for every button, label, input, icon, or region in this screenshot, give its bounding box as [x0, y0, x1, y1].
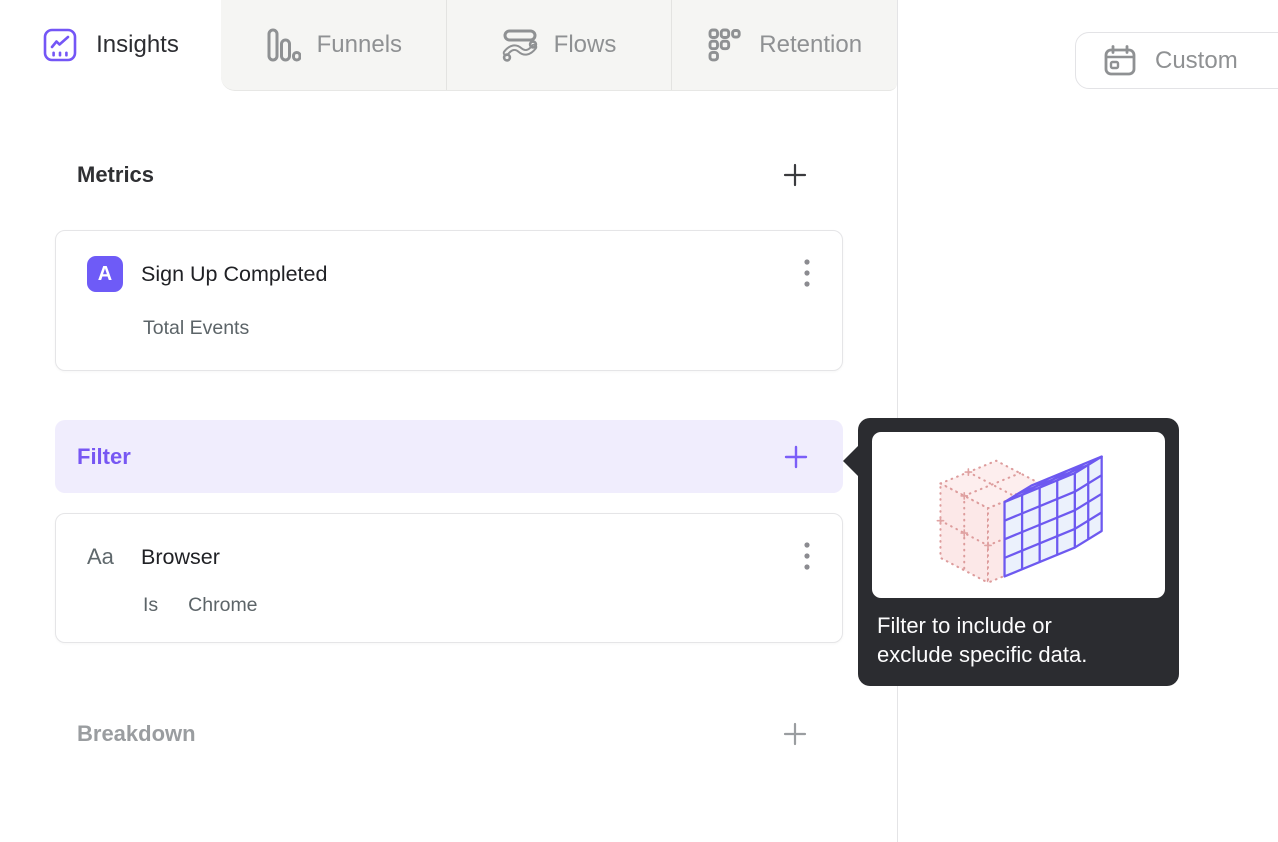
tooltip-caption-line1: Filter to include or — [877, 613, 1052, 638]
breakdown-section-title: Breakdown — [77, 721, 196, 746]
tab-label: Retention — [759, 31, 863, 58]
date-range-label: Custom — [1155, 46, 1238, 74]
insights-chart-icon — [42, 27, 78, 63]
calendar-icon — [1103, 44, 1137, 78]
filter-section-title: Filter — [77, 443, 131, 469]
date-range-custom-button[interactable]: Custom — [1075, 32, 1278, 89]
filter-property-name: Browser — [141, 544, 220, 569]
tab-flows[interactable]: Flows — [445, 0, 672, 90]
filter-cube-illustration — [936, 454, 1103, 584]
filter-section-row[interactable]: Filter — [55, 420, 843, 493]
filter-tooltip: Filter to include or exclude specific da… — [843, 418, 1179, 686]
insights-builder-screen: Insights Funnels Flows Retention Custom … — [0, 0, 1278, 842]
filter-value[interactable]: Chrome — [188, 594, 257, 617]
tooltip-caption-line2: exclude specific data. — [877, 642, 1088, 667]
breakdown-section-header: Breakdown — [77, 717, 808, 751]
funnels-bars-icon — [265, 27, 301, 63]
tab-strip: Funnels Flows Retention — [221, 0, 897, 91]
tab-label: Funnels — [316, 31, 403, 58]
kebab-menu-icon[interactable] — [798, 538, 816, 576]
metrics-section-header: Metrics — [77, 158, 808, 192]
add-metric-button[interactable] — [782, 162, 808, 188]
tooltip-illustration-panel — [872, 432, 1165, 598]
tab-retention[interactable]: Retention — [671, 0, 897, 90]
add-filter-button[interactable] — [783, 444, 809, 470]
tooltip-caption: Filter to include or exclude specific da… — [877, 611, 1087, 669]
metric-letter-badge: A — [87, 256, 123, 292]
tab-insights[interactable]: Insights — [0, 0, 221, 90]
tab-label: Insights — [96, 31, 179, 58]
tooltip-arrow — [843, 445, 859, 477]
text-property-badge: Aa — [87, 544, 114, 569]
kebab-menu-icon[interactable] — [798, 255, 816, 293]
filter-operator[interactable]: Is — [143, 594, 158, 617]
metrics-section-title: Metrics — [77, 162, 155, 187]
metric-aggregation[interactable]: Total Events — [143, 317, 249, 340]
flows-icon — [502, 27, 538, 63]
tab-funnels[interactable]: Funnels — [221, 0, 446, 90]
tab-label: Flows — [553, 31, 617, 58]
metric-card[interactable]: A Sign Up Completed Total Events — [55, 230, 843, 371]
retention-dots-icon — [707, 27, 743, 63]
filter-card[interactable]: Aa Browser Is Chrome — [55, 513, 843, 643]
add-breakdown-button[interactable] — [782, 721, 808, 747]
metric-title: Sign Up Completed — [141, 261, 328, 286]
